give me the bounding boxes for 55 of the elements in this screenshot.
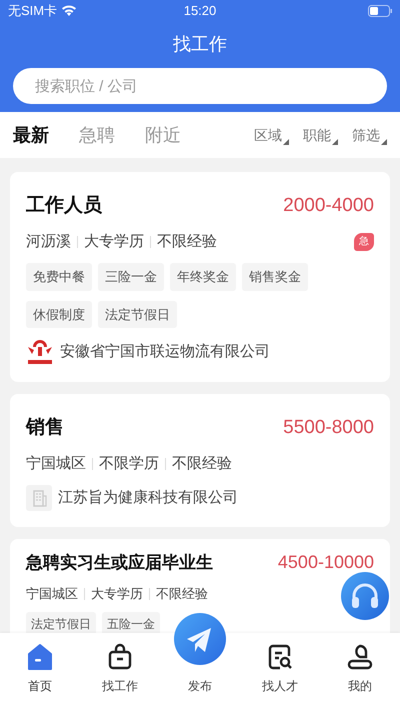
benefit-tag: 法定节假日 bbox=[98, 300, 177, 328]
nav-tab[interactable]: 我的 bbox=[320, 643, 400, 695]
page-title: 找工作 bbox=[173, 32, 227, 56]
person-icon bbox=[346, 643, 374, 671]
benefit-tag: 销售奖金 bbox=[242, 263, 308, 290]
carrier-label: 无SIM卡 bbox=[8, 2, 58, 20]
building-icon bbox=[26, 485, 52, 511]
headset-icon bbox=[341, 572, 389, 620]
job-requirement: 宁国城区 bbox=[26, 585, 78, 603]
job-requirement: 河沥溪 bbox=[26, 232, 71, 252]
salary-range: 2000-4000 bbox=[283, 194, 374, 218]
filter-dropdown[interactable]: 筛选 bbox=[352, 124, 387, 146]
tab[interactable]: 最新 bbox=[13, 122, 59, 148]
benefit-tag: 免费中餐 bbox=[26, 263, 92, 290]
document-search-icon bbox=[266, 643, 294, 671]
wifi-icon bbox=[61, 5, 78, 17]
job-card[interactable]: 工作人员 2000-4000 河沥溪 大专学历 不限经验 急 免费中餐 三险一金 年终奖金 销售奖金 休假制度 法定节假日 安徽省宁国市联运物流有限公司 bbox=[10, 172, 390, 382]
caret-icon bbox=[381, 138, 387, 144]
job-requirement: 宁国城区 bbox=[26, 454, 86, 474]
job-requirement: 不限经验 bbox=[156, 585, 208, 603]
job-title: 销售 bbox=[26, 416, 64, 440]
company-name: 江苏旨为健康科技有限公司 bbox=[58, 488, 238, 508]
benefit-tag: 休假制度 bbox=[26, 300, 92, 328]
job-requirement: 不限学历 bbox=[99, 454, 159, 474]
job-requirement: 大专学历 bbox=[91, 585, 143, 603]
job-card[interactable]: 急聘实习生或应届毕业生 4500-10000 宁国城区 大专学历 不限经验 法定节假日 五险一金 bbox=[10, 539, 390, 633]
filter-dropdown[interactable]: 区域 bbox=[254, 124, 289, 146]
company-logo-icon bbox=[26, 338, 54, 366]
benefit-tag: 法定节假日 bbox=[26, 612, 96, 633]
battery-icon bbox=[368, 5, 392, 17]
job-requirement: 不限经验 bbox=[157, 232, 217, 252]
job-title: 急聘实习生或应届毕业生 bbox=[26, 552, 213, 574]
benefit-tag: 年终奖金 bbox=[170, 263, 236, 290]
nav-tab[interactable]: 找人才 bbox=[240, 643, 320, 695]
briefcase-icon bbox=[106, 643, 134, 671]
benefit-tag: 五险一金 bbox=[102, 612, 160, 633]
filter-dropdown[interactable]: 职能 bbox=[303, 124, 338, 146]
job-requirement: 大专学历 bbox=[84, 232, 144, 252]
job-requirement: 不限经验 bbox=[172, 454, 232, 474]
benefit-tag: 三险一金 bbox=[98, 263, 164, 290]
home-icon bbox=[26, 643, 54, 671]
salary-range: 5500-8000 bbox=[283, 416, 374, 440]
job-title: 工作人员 bbox=[26, 194, 102, 218]
company-name: 安徽省宁国市联运物流有限公司 bbox=[60, 342, 270, 362]
urgent-badge: 急 bbox=[354, 232, 374, 251]
nav-tab[interactable]: 找工作 bbox=[80, 643, 160, 695]
nav-tab[interactable]: 发布 bbox=[188, 677, 212, 695]
nav-tab[interactable]: 首页 bbox=[0, 643, 80, 695]
clock: 15:20 bbox=[184, 2, 216, 20]
caret-icon bbox=[332, 138, 338, 144]
publish-button[interactable] bbox=[174, 613, 226, 665]
job-card[interactable]: 销售 5500-8000 宁国城区 不限学历 不限经验 江苏旨为健康科技有限公司 bbox=[10, 394, 390, 527]
salary-range: 4500-10000 bbox=[278, 551, 374, 574]
caret-icon bbox=[283, 138, 289, 144]
search-field[interactable]: 搜索职位 / 公司 bbox=[13, 68, 387, 104]
